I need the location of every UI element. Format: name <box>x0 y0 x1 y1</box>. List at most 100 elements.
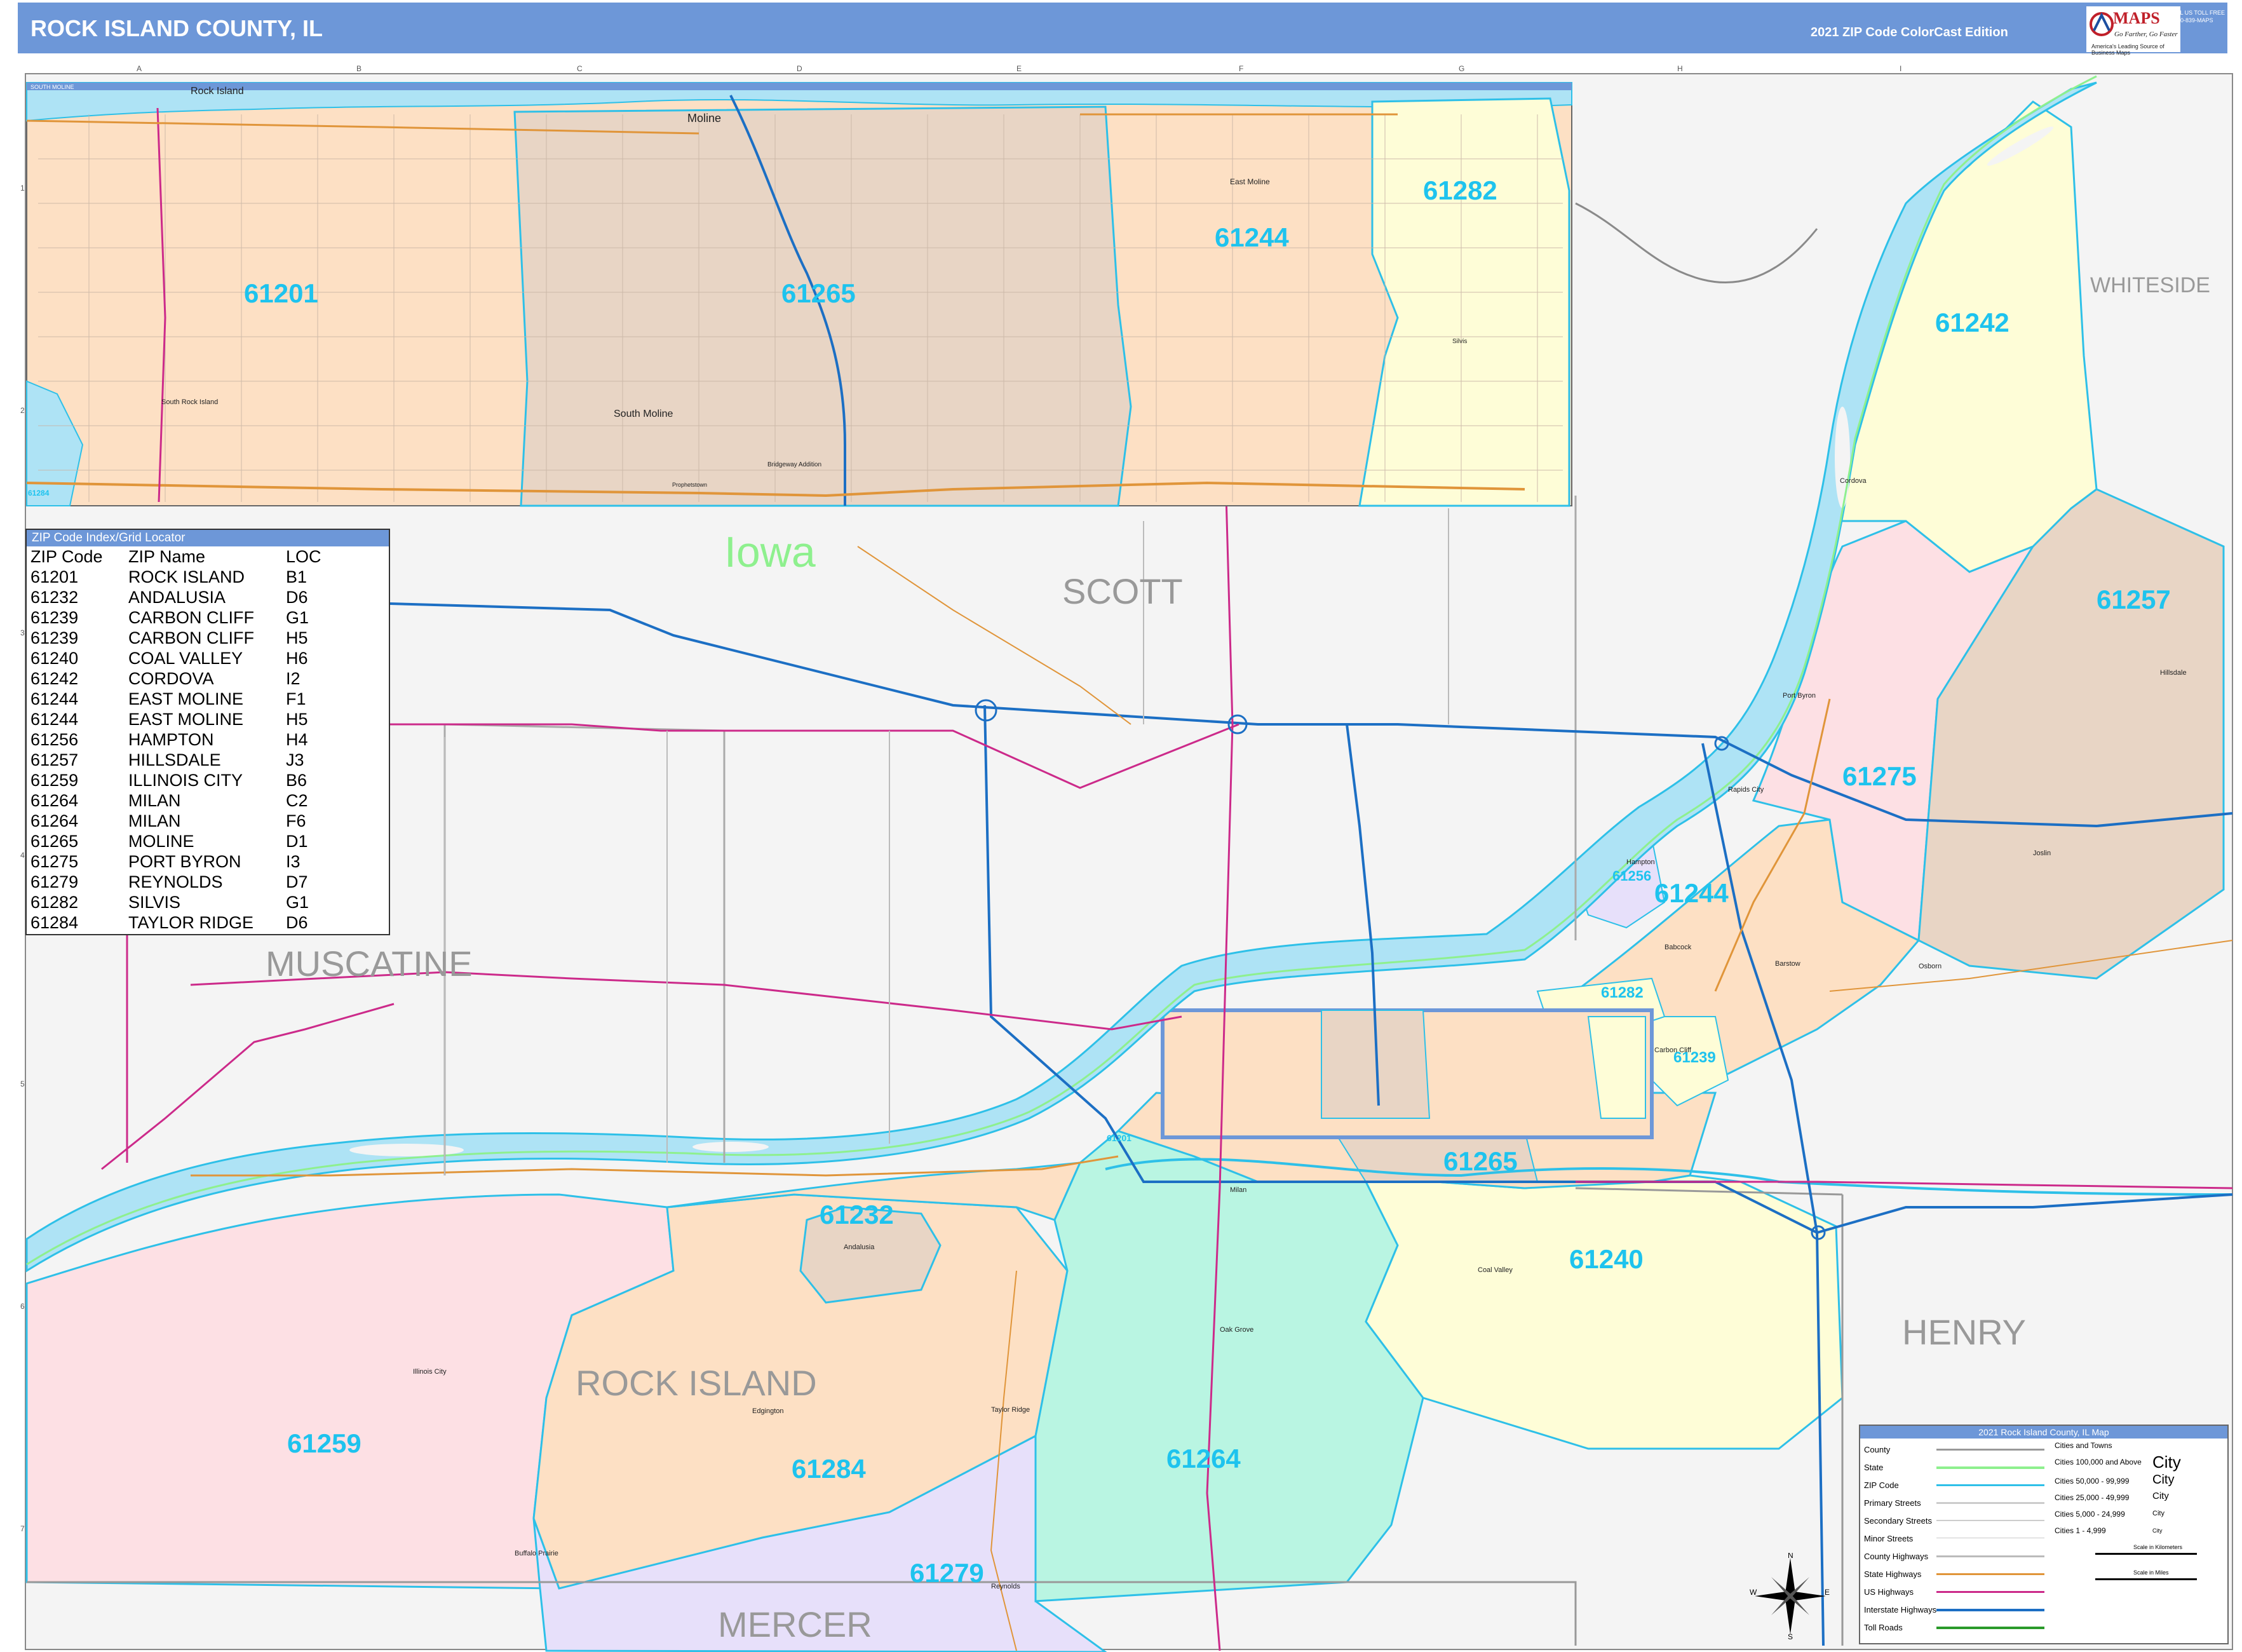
zip-index-row[interactable]: 61244 EAST MOLINE H5 <box>27 709 389 729</box>
town-edgington: Edgington <box>752 1407 784 1415</box>
zip-loc: H6 <box>286 649 308 668</box>
zip-index-row[interactable]: 61284 TAYLOR RIDGE D6 <box>27 912 389 933</box>
zip-code: 61264 <box>30 791 79 810</box>
town-cordova: Cordova <box>1840 477 1867 485</box>
grid-row-2: 2 <box>20 406 25 415</box>
zip-index-row[interactable]: 61201 ROCK ISLAND B1 <box>27 567 389 587</box>
legend-item-county-hwy: County Highways <box>1864 1552 1929 1561</box>
grid-row-1: 1 <box>20 184 25 193</box>
zip-index-row[interactable]: 61256 HAMPTON H4 <box>27 729 389 750</box>
zip-name: EAST MOLINE <box>128 689 244 708</box>
zip-label-61257: 61257 <box>2097 585 2171 614</box>
zip-index-row[interactable]: 61279 REYNOLDS D7 <box>27 872 389 892</box>
legend-swatch-state <box>1936 1466 2044 1469</box>
county-label-mercer: MERCER <box>718 1604 872 1644</box>
zip-index-row[interactable]: 61257 HILLSDALE J3 <box>27 750 389 770</box>
zip-loc: B6 <box>286 771 307 790</box>
zip-index-row[interactable]: 61282 SILVIS G1 <box>27 892 389 912</box>
zip-index-row[interactable]: 61264 MILAN C2 <box>27 790 389 811</box>
zip-index-row[interactable]: 61259 ILLINOIS CITY B6 <box>27 770 389 790</box>
grid-col-f: F <box>1239 64 1243 73</box>
legend-city-5k: Cities 5,000 - 24,999 <box>2055 1510 2125 1519</box>
zip-name: TAYLOR RIDGE <box>128 913 254 932</box>
zip-code: 61232 <box>30 588 79 607</box>
town-illinois-city: Illinois City <box>413 1368 447 1376</box>
zip-label-61242: 61242 <box>1935 308 2009 337</box>
zip-label-61265: 61265 <box>1443 1146 1518 1176</box>
zip-loc: G1 <box>286 893 309 912</box>
compass-n: N <box>1788 1553 1793 1560</box>
zip-code: 61239 <box>30 608 79 627</box>
inset-zip-label-61282: 61282 <box>1423 175 1497 205</box>
legend-swatch-secondary <box>1936 1520 2044 1521</box>
zip-loc: I3 <box>286 852 301 871</box>
legend-item-state: State <box>1864 1463 1884 1472</box>
county-label-henry: HENRY <box>1902 1312 2026 1352</box>
legend-item-state-hwy: State Highways <box>1864 1569 1922 1579</box>
zip-code: 61282 <box>30 893 79 912</box>
zip-code: 61244 <box>30 710 79 729</box>
zip-code: 61279 <box>30 872 79 891</box>
town-coal-valley: Coal Valley <box>1478 1266 1513 1274</box>
zip-name: SILVIS <box>128 893 181 912</box>
town-oak-grove: Oak Grove <box>1220 1326 1253 1334</box>
inset-town-prophetstown: Prophetstown <box>672 482 707 488</box>
compass-w: W <box>1750 1588 1757 1597</box>
grid-row-labels: 1 2 3 4 5 6 7 <box>20 184 25 1533</box>
town-buffalo-prairie: Buffalo Prairie <box>515 1550 558 1557</box>
town-port-byron: Port Byron <box>1783 692 1816 700</box>
zip-label-61284: 61284 <box>792 1454 866 1484</box>
county-label-whiteside: WHITESIDE <box>2090 273 2210 297</box>
zip-label-61275: 61275 <box>1842 761 1917 791</box>
header-zip-name: ZIP Name <box>128 547 206 566</box>
grid-col-b: B <box>356 64 361 73</box>
legend-city-sample-50k: City <box>2152 1473 2175 1487</box>
zip-name: ILLINOIS CITY <box>128 771 243 790</box>
zip-index-row[interactable]: 61264 MILAN F6 <box>27 811 389 831</box>
river-island <box>1835 407 1850 508</box>
legend-scale-mi: Scale in Miles <box>2133 1569 2169 1576</box>
legend-city-sample-25k: City <box>2152 1491 2169 1501</box>
zip-loc: H5 <box>286 710 308 729</box>
county-label-rock-island: ROCK ISLAND <box>576 1363 817 1403</box>
zip-name: ROCK ISLAND <box>128 567 245 586</box>
grid-row-3: 3 <box>20 628 25 637</box>
legend-swatch-toll <box>1936 1627 2044 1629</box>
zip-name: HILLSDALE <box>128 750 221 769</box>
zip-code: 61239 <box>30 628 79 647</box>
zip-index-row[interactable]: 61242 CORDOVA I2 <box>27 668 389 689</box>
zip-label-61201: 61201 <box>1107 1133 1131 1143</box>
legend-swatch-state-hwy <box>1936 1573 2044 1575</box>
legend-scale-bar-mi <box>2095 1578 2197 1580</box>
header-loc: LOC <box>286 547 321 566</box>
zip-index-row[interactable]: 61240 COAL VALLEY H6 <box>27 648 389 668</box>
legend-swatch-interstate <box>1936 1609 2044 1611</box>
zip-index-row[interactable]: 61239 CARBON CLIFF G1 <box>27 607 389 628</box>
zip-code: 61284 <box>30 913 79 932</box>
inset-town-east-moline: East Moline <box>1230 177 1270 186</box>
zip-index-row[interactable]: 61275 PORT BYRON I3 <box>27 851 389 872</box>
town-rapids-city: Rapids City <box>1728 786 1764 794</box>
grid-row-7: 7 <box>20 1524 25 1533</box>
grid-col-g: G <box>1459 64 1464 73</box>
grid-col-a: A <box>137 64 142 73</box>
zip-loc: D1 <box>286 832 308 851</box>
zip-index-row[interactable]: 61244 EAST MOLINE F1 <box>27 689 389 709</box>
zip-name: ANDALUSIA <box>128 588 226 607</box>
zip-index-row[interactable]: 61232 ANDALUSIA D6 <box>27 587 389 607</box>
zip-index-row[interactable]: 61265 MOLINE D1 <box>27 831 389 851</box>
town-reynolds: Reynolds <box>991 1583 1020 1590</box>
zip-name: HAMPTON <box>128 730 214 749</box>
legend-item-secondary: Secondary Streets <box>1864 1516 1932 1526</box>
inset-town-bridgeway: Bridgeway Addition <box>767 461 821 468</box>
zip-code: 61240 <box>30 649 79 668</box>
zip-label-61279: 61279 <box>910 1558 984 1588</box>
zip-code: 61275 <box>30 852 79 871</box>
zip-index-panel: ZIP Code Index/Grid Locator ZIP Code ZIP… <box>25 529 390 935</box>
zip-code: 61259 <box>30 771 79 790</box>
zip-label-61240: 61240 <box>1569 1244 1644 1274</box>
grid-col-i: I <box>1900 64 1901 73</box>
legend-item-primary: Primary Streets <box>1864 1498 1921 1508</box>
zip-label-61259: 61259 <box>287 1428 361 1458</box>
zip-index-row[interactable]: 61239 CARBON CLIFF H5 <box>27 628 389 648</box>
